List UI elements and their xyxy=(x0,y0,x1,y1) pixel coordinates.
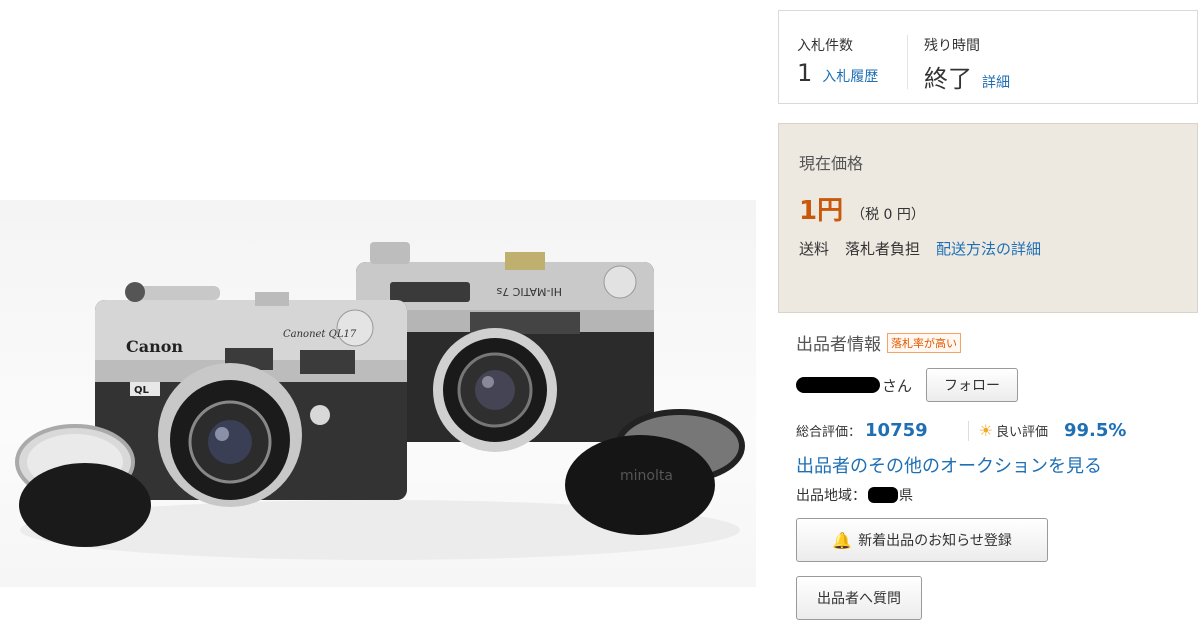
price-tax: （税 0 円） xyxy=(851,207,925,223)
total-rating-label: 総合評価： xyxy=(796,425,862,440)
price-box: 現在価格 1円 （税 0 円） 送料 落札者負担 配送方法の詳細 xyxy=(778,123,1198,313)
shipping-label: 送料 xyxy=(799,240,830,258)
shipping-value: 落札者負担 xyxy=(845,240,921,258)
seller-other-auctions-link[interactable]: 出品者のその他のオークションを見る xyxy=(796,452,1102,478)
bid-info-box: 入札件数 1 入札履歴 残り時間 終了 詳細 xyxy=(778,10,1198,104)
good-rating-label: 良い評価 xyxy=(995,425,1048,440)
seller-badge: 落札率が高い xyxy=(887,332,961,353)
svg-text:HI-MATIC 7s: HI-MATIC 7s xyxy=(496,285,562,298)
current-price-label: 現在価格 xyxy=(799,154,864,173)
ask-seller-button[interactable]: 出品者へ質問 xyxy=(796,576,922,620)
remaining-time-label: 残り時間 xyxy=(924,38,980,54)
seller-name-row: さん フォロー xyxy=(796,368,1019,402)
region-suffix: 県 xyxy=(899,488,913,504)
bid-history-link[interactable]: 入札履歴 xyxy=(822,66,878,86)
svg-text:Canonet QL17: Canonet QL17 xyxy=(283,329,357,340)
bid-count-label: 入札件数 xyxy=(797,38,853,54)
rating-row: 総合評価： 10759 ☀ 良い評価 99.5% xyxy=(796,420,1126,441)
follow-button[interactable]: フォロー xyxy=(926,368,1019,402)
good-rating-value[interactable]: 99.5% xyxy=(1064,420,1126,441)
seller-info-title: 出品者情報 xyxy=(796,335,881,355)
bid-count-value: 1 xyxy=(797,59,813,87)
region-label: 出品地域： xyxy=(796,488,866,504)
rating-divider xyxy=(967,420,969,441)
canon-camera: Canon Canonet QL17 QL xyxy=(95,282,407,507)
seller-name-redacted[interactable] xyxy=(796,377,880,393)
current-price-value: 1円 xyxy=(799,196,844,226)
total-rating-value[interactable]: 10759 xyxy=(865,420,928,441)
bell-icon: 🔔 xyxy=(832,530,853,550)
shipping-detail-link[interactable]: 配送方法の詳細 xyxy=(936,238,1041,259)
bid-count-cell: 入札件数 1 入札履歴 xyxy=(797,35,878,87)
camera-photo: HI-MATIC 7s Canon Canonet QL17 QL minolt… xyxy=(15,242,745,560)
notify-button-label: 新着出品のお知らせ登録 xyxy=(858,533,1012,549)
time-detail-link[interactable]: 詳細 xyxy=(982,72,1010,92)
region-redacted xyxy=(868,487,898,503)
remaining-time-cell: 残り時間 終了 詳細 xyxy=(907,35,1010,93)
svg-text:QL: QL xyxy=(134,385,150,396)
seller-region: 出品地域： 県 xyxy=(796,485,913,505)
seller-info: 出品者情報 落札率が高い xyxy=(796,330,1196,355)
sun-icon: ☀ xyxy=(978,421,993,440)
product-photo[interactable]: HI-MATIC 7s Canon Canonet QL17 QL minolt… xyxy=(0,200,756,587)
new-listing-notify-button[interactable]: 🔔 新着出品のお知らせ登録 xyxy=(796,518,1048,562)
seller-honorific: さん xyxy=(882,376,913,395)
svg-text:Canon: Canon xyxy=(126,337,183,356)
svg-text:minolta: minolta xyxy=(620,468,673,484)
remaining-time-value: 終了 xyxy=(924,65,972,93)
